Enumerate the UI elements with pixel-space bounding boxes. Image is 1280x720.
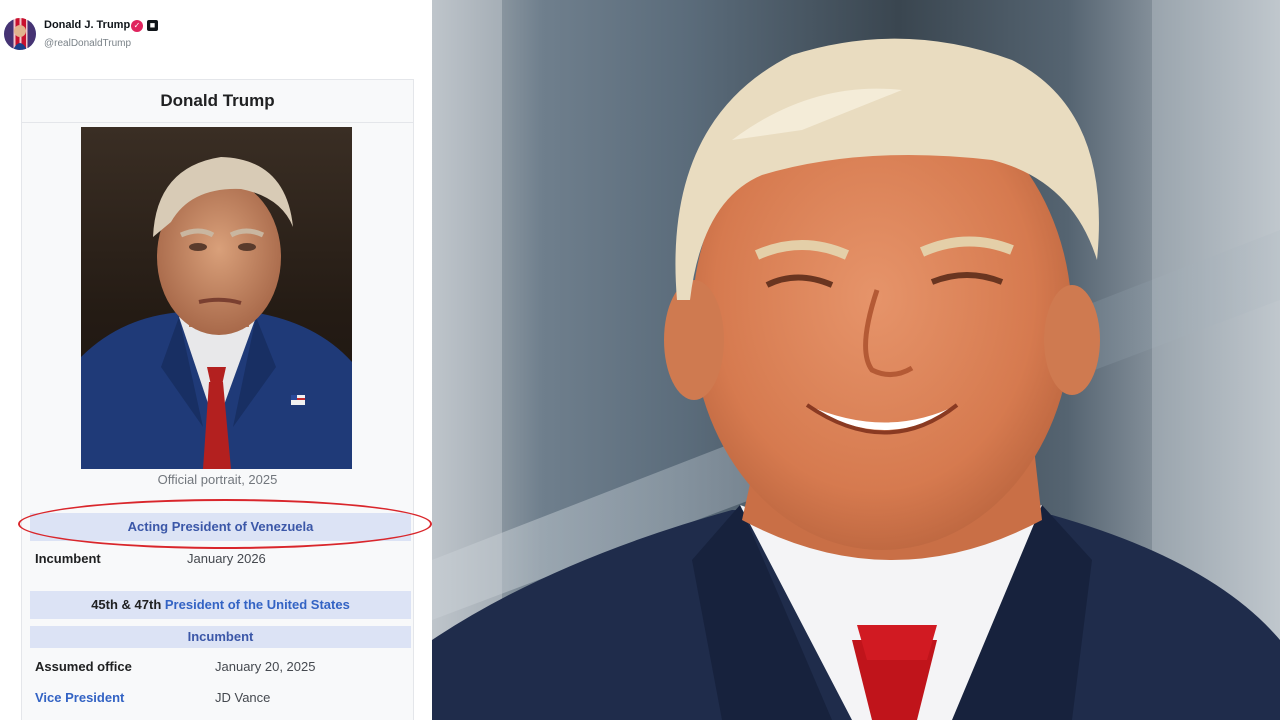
verified-badge-icon: ✓ [131,20,143,32]
post-header: Donald J. Trump ✓ ■ @realDonaldTrump [0,0,432,60]
affiliate-badge-icon: ■ [147,20,158,31]
highlight-circle [18,499,432,549]
author-display-name[interactable]: Donald J. Trump [44,19,130,31]
infobox-title: Donald Trump [22,80,413,123]
vice-president-name: JD Vance [215,690,271,705]
vice-president-link[interactable]: Vice President [35,690,124,705]
assumed-office-label: Assumed office [35,659,132,674]
portrait-caption: Official portrait, 2025 [157,472,278,487]
incumbent-date: January 2026 [187,551,266,566]
official-portrait-image [81,127,352,469]
office-ordinal: 45th & 47th [91,597,162,612]
section-president-us-header: 45th & 47th President of the United Stat… [30,591,411,619]
social-post-screenshot: Donald J. Trump ✓ ■ @realDonaldTrump Don… [0,0,432,720]
incumbent-subheader: Incumbent [30,626,411,648]
incumbent-label: Incumbent [35,551,101,566]
author-avatar[interactable] [4,18,36,50]
smiling-portrait-photo [432,0,1280,720]
wikipedia-infobox: Donald Trump Official portrait, 2025 Act… [21,79,414,720]
author-handle[interactable]: @realDonaldTrump [44,38,131,49]
president-us-link[interactable]: President of the United States [165,597,350,612]
assumed-office-date: January 20, 2025 [215,659,316,674]
